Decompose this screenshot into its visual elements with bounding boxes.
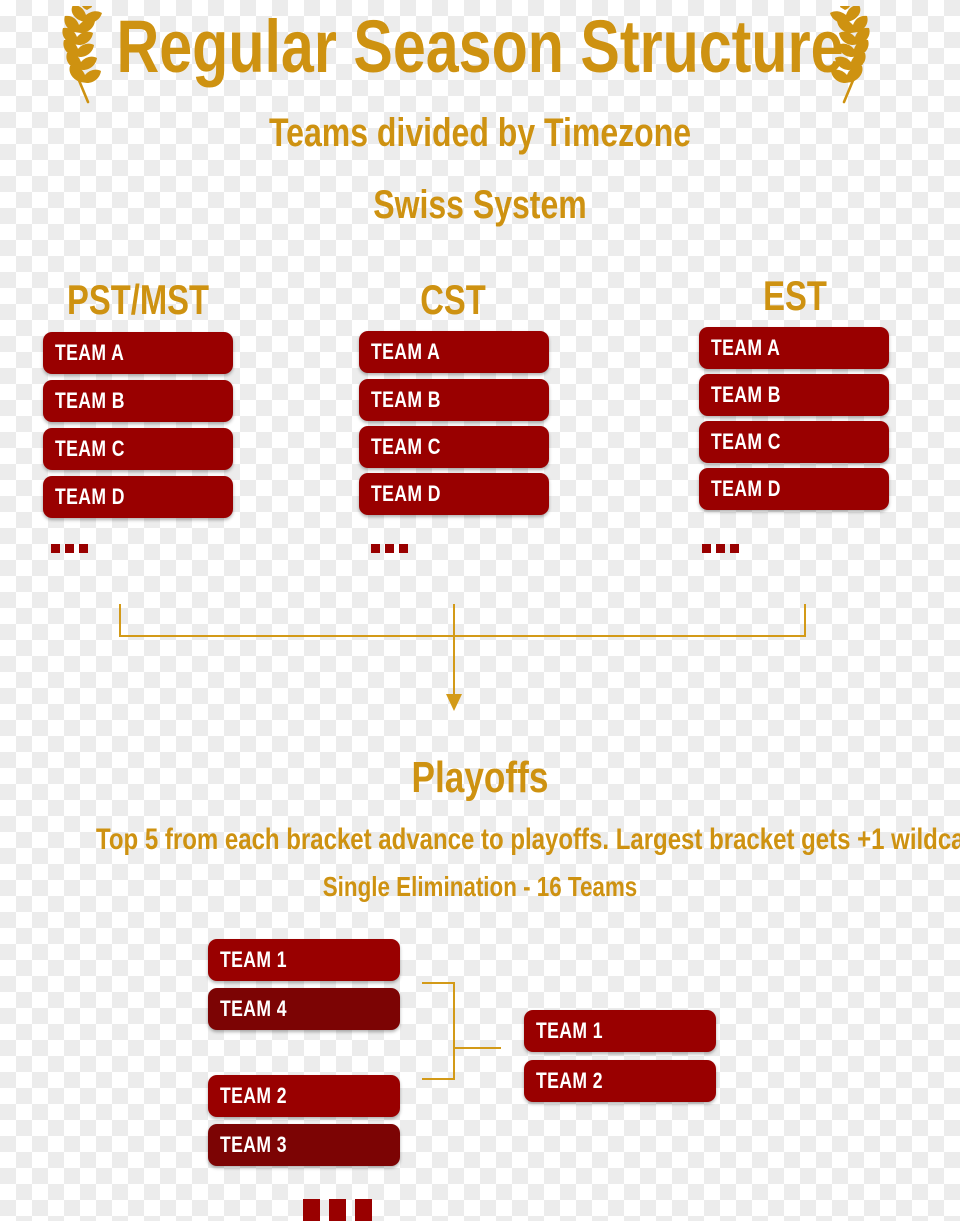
- team-label: TEAM D: [711, 476, 781, 501]
- ellipsis-dot: [303, 1199, 320, 1221]
- playoffs-title: Playoffs: [411, 753, 549, 802]
- team-label: TEAM C: [371, 434, 441, 459]
- team-box[interactable]: TEAM A: [699, 327, 889, 369]
- page-title: Regular Season Structure: [116, 5, 844, 88]
- ellipsis-dot: [730, 544, 739, 553]
- bracket-team-box[interactable]: TEAM 2: [208, 1075, 400, 1117]
- team-label: TEAM B: [371, 387, 441, 412]
- team-box[interactable]: TEAM C: [359, 426, 549, 468]
- ellipsis-dot: [355, 1199, 372, 1221]
- playoffs-note-format: Single Elimination - 16 Teams: [322, 871, 638, 902]
- team-box[interactable]: TEAM C: [43, 428, 233, 470]
- ellipsis-dot: [79, 544, 88, 553]
- connector-horizontal-bar: [119, 635, 806, 637]
- connector-stub-left: [119, 604, 121, 637]
- team-label: TEAM C: [711, 429, 781, 454]
- team-box[interactable]: TEAM C: [699, 421, 889, 463]
- ellipsis-dot: [399, 544, 408, 553]
- team-label: TEAM 3: [220, 1132, 287, 1157]
- team-box[interactable]: TEAM D: [359, 473, 549, 515]
- bracket-stub-bottom: [422, 1078, 455, 1080]
- team-box[interactable]: TEAM B: [359, 379, 549, 421]
- team-box[interactable]: TEAM D: [699, 468, 889, 510]
- connector-stub-middle: [453, 604, 455, 637]
- column-ellipsis-cst: [371, 544, 408, 553]
- team-box[interactable]: TEAM D: [43, 476, 233, 518]
- subtitle-timezone: Teams divided by Timezone: [268, 111, 692, 155]
- ellipsis-dot: [51, 544, 60, 553]
- team-label: TEAM A: [711, 335, 781, 360]
- bracket-vertical: [453, 982, 455, 1080]
- ellipsis-dot: [371, 544, 380, 553]
- ellipsis-dot: [65, 544, 74, 553]
- team-label: TEAM A: [371, 339, 441, 364]
- team-label: TEAM 2: [536, 1068, 603, 1093]
- column-ellipsis-pst-mst: [51, 544, 88, 553]
- bracket-team-box[interactable]: TEAM 1: [208, 939, 400, 981]
- subtitle-swiss-system: Swiss System: [373, 183, 587, 227]
- column-ellipsis-est: [702, 544, 739, 553]
- bracket-team-box[interactable]: TEAM 4: [208, 988, 400, 1030]
- team-box[interactable]: TEAM B: [43, 380, 233, 422]
- team-label: TEAM A: [55, 340, 125, 365]
- bracket-team-box[interactable]: TEAM 2: [524, 1060, 716, 1102]
- column-header-cst: CST: [420, 276, 486, 323]
- team-label: TEAM D: [55, 484, 125, 509]
- column-header-est: EST: [763, 272, 827, 319]
- team-box[interactable]: TEAM A: [43, 332, 233, 374]
- team-label: TEAM B: [55, 388, 125, 413]
- ellipsis-dot: [329, 1199, 346, 1221]
- team-label: TEAM D: [371, 481, 441, 506]
- bracket-team-box[interactable]: TEAM 1: [524, 1010, 716, 1052]
- connector-arrow-shaft: [453, 635, 455, 696]
- playoffs-ellipsis: [303, 1199, 372, 1221]
- playoffs-note-advancement: Top 5 from each bracket advance to playo…: [96, 823, 960, 856]
- ellipsis-dot: [702, 544, 711, 553]
- ellipsis-dot: [716, 544, 725, 553]
- connector-stub-right: [804, 604, 806, 637]
- team-label: TEAM B: [711, 382, 781, 407]
- team-label: TEAM C: [55, 436, 125, 461]
- wheat-laurel-right-icon: [830, 6, 870, 104]
- connector-arrow-head: [446, 694, 462, 711]
- column-header-pst-mst: PST/MST: [67, 276, 209, 323]
- team-label: TEAM 1: [220, 947, 287, 972]
- bracket-team-box[interactable]: TEAM 3: [208, 1124, 400, 1166]
- team-box[interactable]: TEAM B: [699, 374, 889, 416]
- bracket-stub-top: [422, 982, 455, 984]
- ellipsis-dot: [385, 544, 394, 553]
- team-label: TEAM 4: [220, 996, 287, 1021]
- infographic-canvas: Regular Season Structure Teams divided b…: [0, 0, 960, 1221]
- team-label: TEAM 1: [536, 1018, 603, 1043]
- team-label: TEAM 2: [220, 1083, 287, 1108]
- team-box[interactable]: TEAM A: [359, 331, 549, 373]
- bracket-stub-to-winner: [453, 1047, 501, 1049]
